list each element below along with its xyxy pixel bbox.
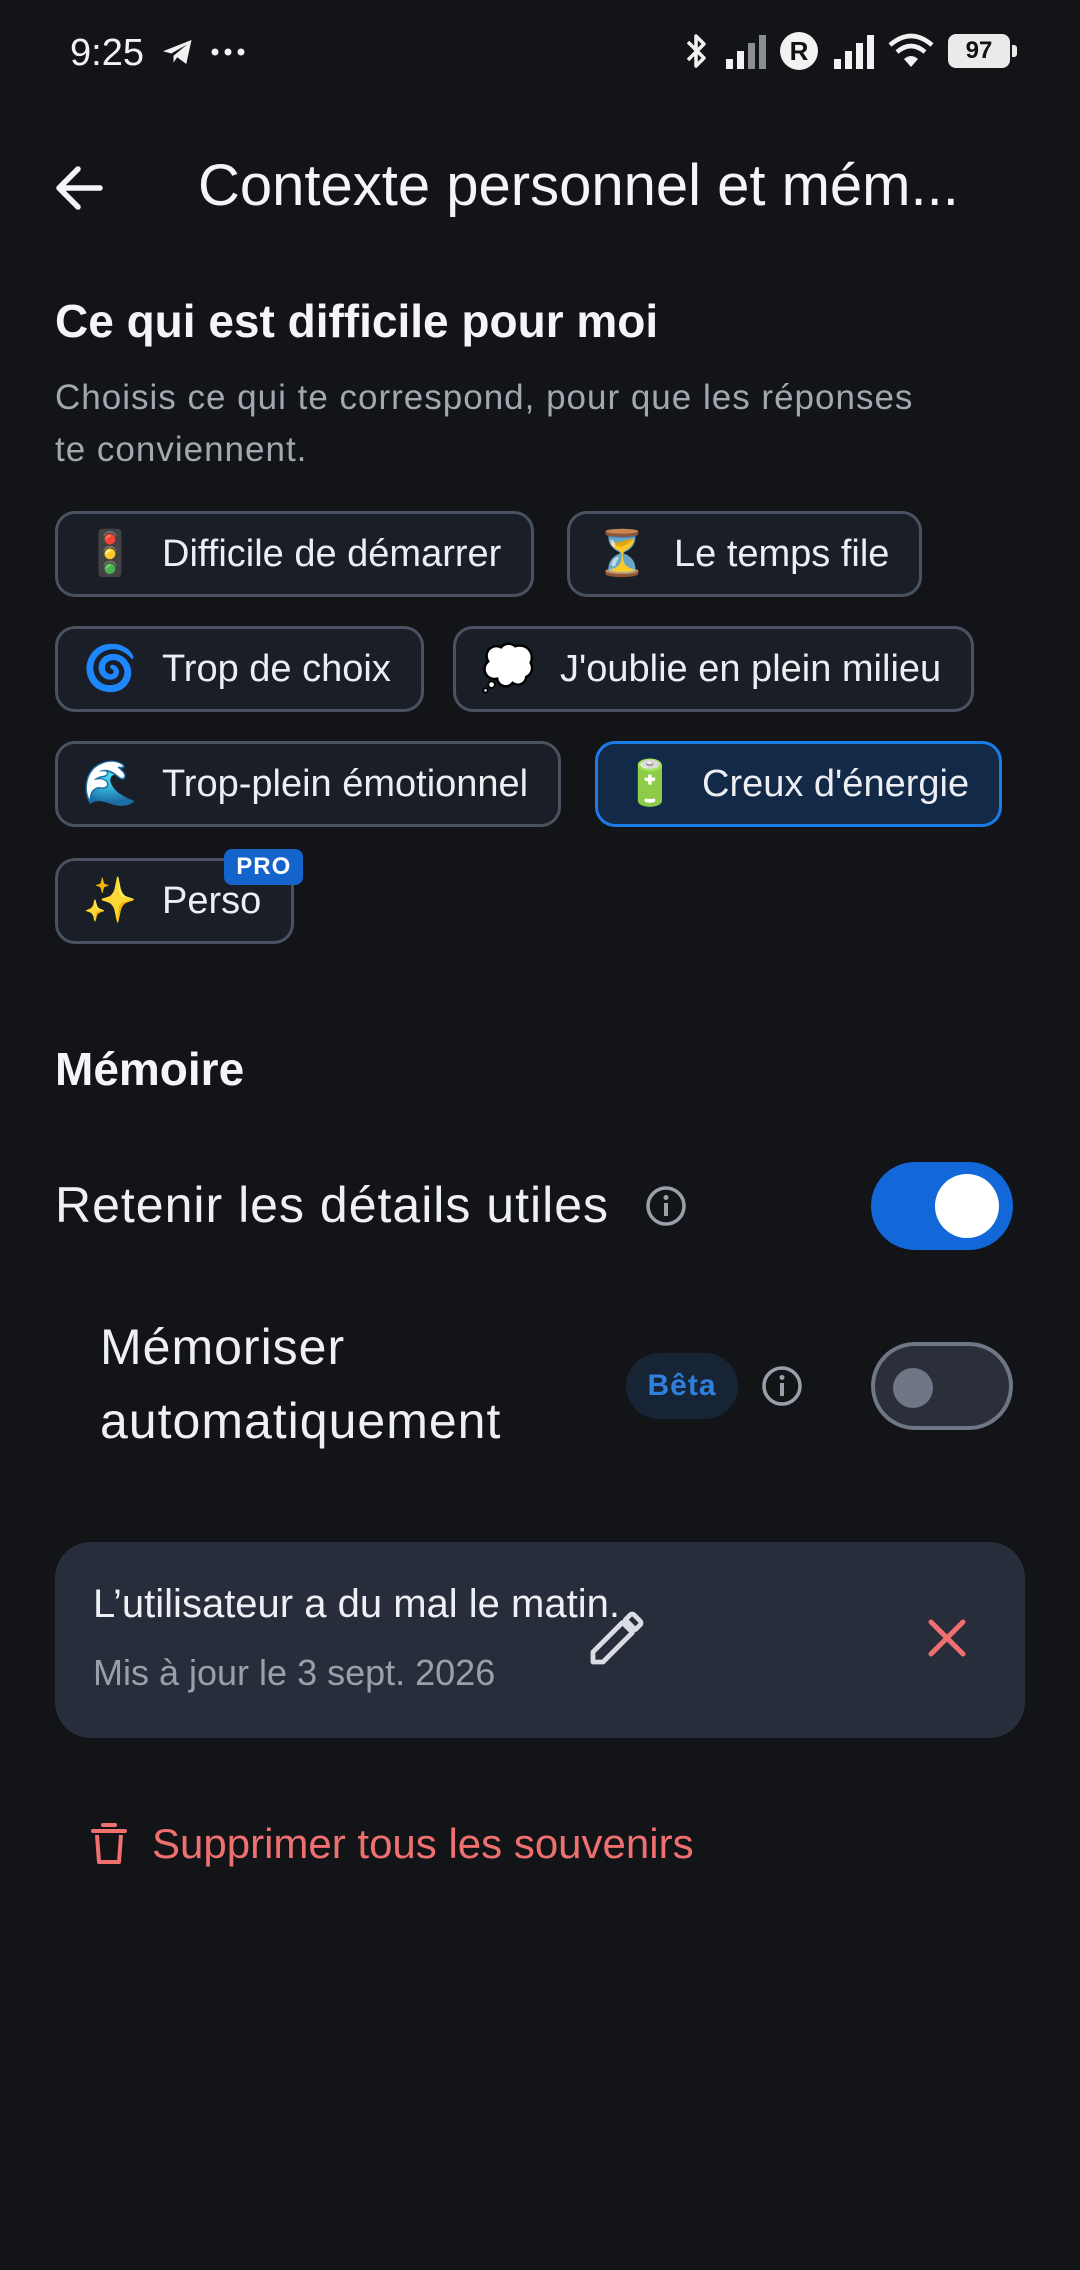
chip-trop-plein-emotionnel[interactable]: 🌊 Trop-plein émotionnel: [55, 741, 562, 827]
memory-title: Mémoire: [55, 1043, 245, 1095]
chip-label: Perso: [162, 879, 262, 922]
page-title: Contexte personnel et mém...: [198, 153, 959, 218]
difficulties-title: Ce qui est difficile pour moi: [55, 295, 659, 347]
sparkles-icon: ✨: [82, 876, 138, 925]
auto-memorize-label: Mémoriser automatiquement: [100, 1310, 501, 1458]
toggle-knob: [893, 1368, 933, 1408]
bluetooth-icon: [686, 34, 706, 68]
status-left-icons: [160, 34, 246, 70]
status-time: 9:25: [70, 32, 144, 74]
pencil-icon: [590, 1611, 644, 1665]
remove-memory-button[interactable]: [917, 1608, 977, 1668]
close-icon: [928, 1619, 966, 1657]
auto-memorize-toggle[interactable]: [871, 1342, 1013, 1430]
subtitle-line-1: Choisis ce qui te correspond, pour que l…: [55, 378, 914, 417]
battery-icon: 97: [948, 34, 1017, 68]
chip-trop-de-choix[interactable]: 🌀 Trop de choix: [55, 626, 424, 712]
memory-updated-date: Mis à jour le 3 sept. 2026: [93, 1652, 496, 1693]
chip-j-oublie-en-plein-milieu[interactable]: 💭 J'oublie en plein milieu: [453, 626, 975, 712]
signal-icon: [726, 35, 766, 69]
info-icon[interactable]: [760, 1364, 804, 1408]
wave-icon: 🌊: [82, 759, 138, 808]
delete-all-memories-button[interactable]: Supprimer tous les souvenirs: [90, 1820, 694, 1868]
battery-emoji-icon: 🔋: [622, 759, 678, 808]
chip-label: J'oublie en plein milieu: [560, 647, 942, 690]
chip-label: Trop de choix: [162, 647, 391, 690]
subtitle-line-2: te conviennent.: [55, 430, 308, 469]
roaming-icon: R: [780, 32, 818, 70]
more-dots-icon: [211, 48, 245, 56]
auto-memorize-line-1: Mémoriser: [100, 1319, 346, 1375]
back-arrow-icon: [56, 166, 103, 210]
memory-text: L’utilisateur a du mal le matin.: [93, 1582, 620, 1626]
retain-details-toggle[interactable]: [871, 1162, 1013, 1250]
trash-icon: [91, 1823, 127, 1864]
beta-badge: Bêta: [626, 1353, 738, 1419]
signal-icon: [834, 35, 874, 69]
chip-difficile-de-demarrer[interactable]: 🚦 Difficile de démarrer: [55, 511, 535, 597]
chip-label: Creux d'énergie: [702, 762, 970, 805]
chip-le-temps-file[interactable]: ⏳ Le temps file: [567, 511, 923, 597]
edit-memory-button[interactable]: [585, 1606, 649, 1670]
memory-card: L’utilisateur a du mal le matin. Mis à j…: [55, 1542, 1025, 1738]
traffic-light-icon: 🚦: [82, 529, 138, 578]
chip-label: Difficile de démarrer: [162, 532, 502, 575]
wifi-icon: [888, 33, 934, 67]
info-icon[interactable]: [644, 1184, 688, 1228]
difficulties-subtitle: Choisis ce qui te correspond, pour que l…: [55, 372, 913, 476]
back-button[interactable]: [50, 158, 110, 218]
delete-all-label: Supprimer tous les souvenirs: [152, 1820, 694, 1867]
chip-label: Le temps file: [674, 532, 890, 575]
toggle-knob: [935, 1174, 999, 1238]
chip-creux-d-energie[interactable]: 🔋 Creux d'énergie: [595, 741, 1003, 827]
telegram-icon: [163, 40, 192, 64]
auto-memorize-line-2: automatiquement: [100, 1393, 502, 1449]
cyclone-icon: 🌀: [82, 644, 138, 693]
pro-badge: PRO: [224, 849, 304, 885]
hourglass-icon: ⏳: [594, 529, 650, 578]
retain-details-label: Retenir les détails utiles: [55, 1177, 610, 1233]
status-right-icons: R 97: [684, 32, 1017, 70]
chip-label: Trop-plein émotionnel: [162, 762, 529, 805]
chip-perso[interactable]: ✨ Perso PRO: [55, 849, 304, 944]
thought-bubble-icon: 💭: [480, 644, 536, 693]
